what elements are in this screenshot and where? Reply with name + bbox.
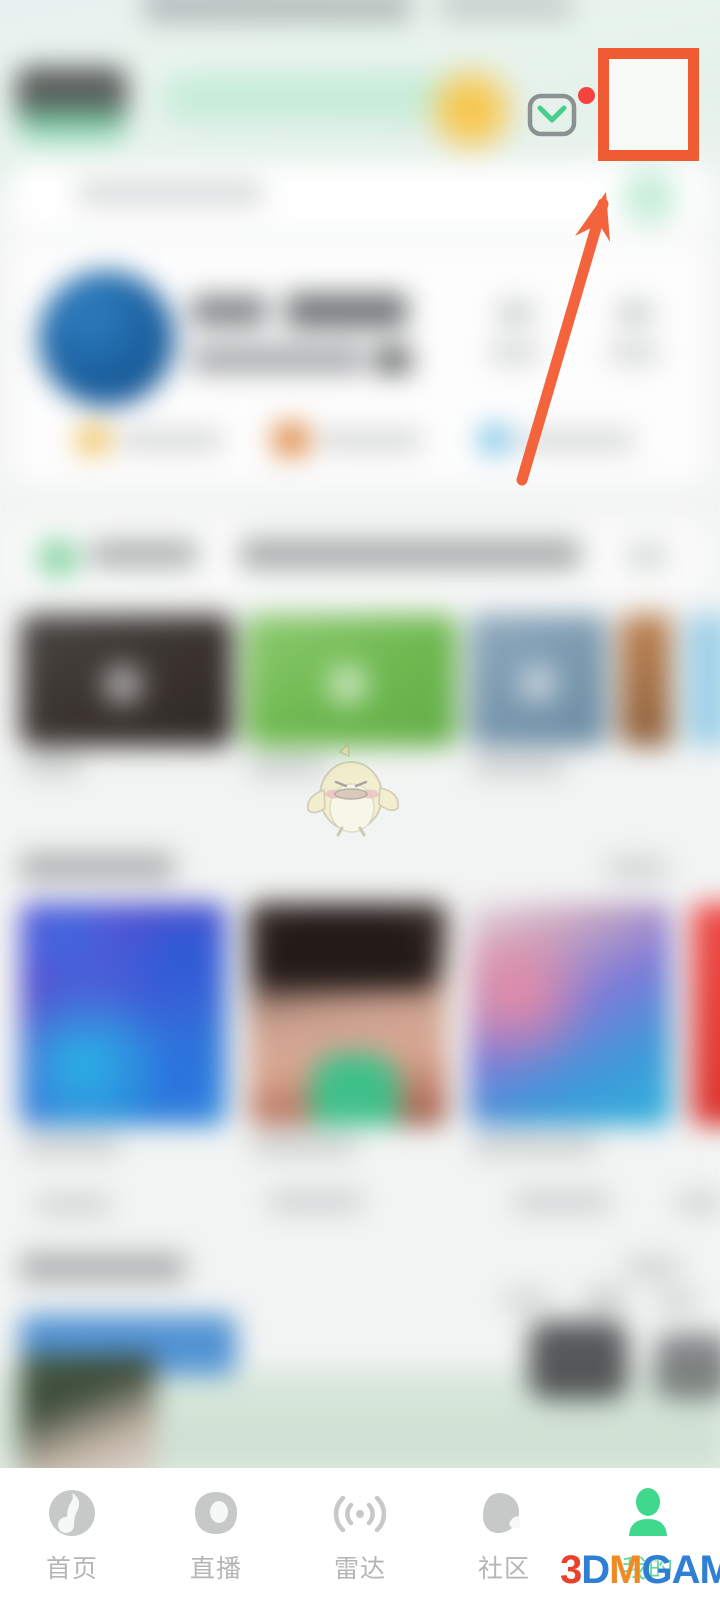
tab-live-label: 直播 xyxy=(189,1554,242,1583)
envelope-icon[interactable] xyxy=(527,93,577,137)
chick-mascot-watermark xyxy=(292,742,410,838)
radar-icon xyxy=(333,1486,387,1540)
unread-badge-dot xyxy=(578,87,595,104)
wm-char-2: M xyxy=(609,1548,642,1592)
wm-char-3: G xyxy=(641,1548,672,1592)
wm-char-5: M xyxy=(699,1548,720,1592)
wm-char-4: A xyxy=(671,1548,701,1592)
wm-char-1: D xyxy=(581,1548,610,1592)
tab-community[interactable]: 社区 xyxy=(432,1486,576,1585)
live-eye-icon xyxy=(189,1486,243,1540)
tab-home[interactable]: 首页 xyxy=(0,1486,144,1585)
tab-community-label: 社区 xyxy=(477,1554,530,1583)
brand-watermark: 3DMGAME xyxy=(560,1548,720,1593)
phone-screenshot: 首页 直播 雷达 社区 我的 3DMGAM xyxy=(0,0,720,1600)
tab-radar-label: 雷达 xyxy=(333,1554,386,1583)
tab-home-label: 首页 xyxy=(45,1554,98,1583)
sharp-ui-layer: 首页 直播 雷达 社区 我的 3DMGAM xyxy=(0,0,720,1600)
home-note-icon xyxy=(45,1486,99,1540)
community-icon xyxy=(477,1486,531,1540)
tab-live[interactable]: 直播 xyxy=(144,1486,288,1585)
tab-radar[interactable]: 雷达 xyxy=(288,1486,432,1585)
annotation-arrow xyxy=(495,180,645,490)
profile-icon xyxy=(621,1486,675,1540)
highlight-box-menu-button[interactable] xyxy=(598,48,699,161)
wm-char-0: 3 xyxy=(560,1548,582,1592)
